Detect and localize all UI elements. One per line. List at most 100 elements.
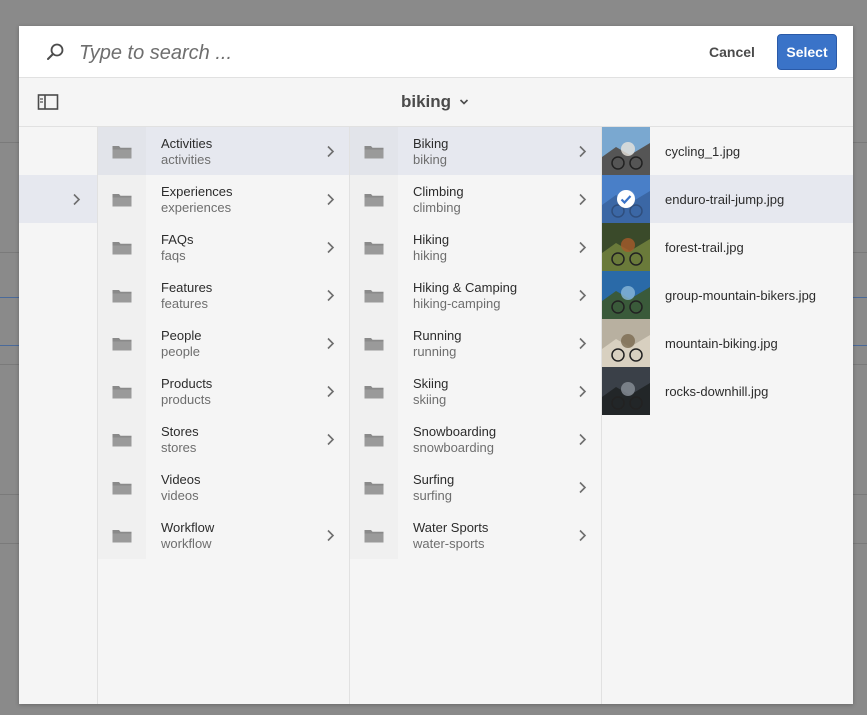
folder-thumbnail [98,175,146,223]
folder-name: people [161,344,201,359]
folder-title: Experiences [161,184,233,199]
folder-thumbnail [350,415,398,463]
folder-thumbnail [98,415,146,463]
folder-title: Climbing [413,184,464,199]
folder-name: activities [161,152,211,167]
cancel-button[interactable]: Cancel [699,35,765,69]
folder-row-faqs[interactable]: FAQs faqs [98,223,349,271]
photo-thumbnail-image [602,223,650,271]
asset-thumbnail [602,175,650,223]
folder-row-running[interactable]: Running running [350,319,601,367]
chevron-right-icon [579,529,587,542]
folder-row-climbing[interactable]: Climbing climbing [350,175,601,223]
folder-row-biking[interactable]: Biking biking [350,127,601,175]
folder-title: Products [161,376,213,391]
folder-name: snowboarding [413,440,494,455]
folder-name: features [161,296,208,311]
folder-icon [112,530,132,543]
chevron-down-icon [459,99,469,105]
folder-icon [364,482,384,495]
folder-icon [112,338,132,351]
asset-picker-dialog: Cancel Select biking Activitiesactivitie… [19,26,853,704]
folder-thumbnail [350,271,398,319]
folder-icon [364,386,384,399]
asset-filename: group-mountain-bikers.jpg [665,288,817,303]
folder-name: products [161,392,211,407]
folder-row-workflow[interactable]: Workflow workflow [98,511,349,559]
search-input[interactable] [77,36,641,70]
folder-title: Workflow [161,520,215,535]
chevron-right-icon [327,385,335,398]
folder-icon [112,146,132,159]
folder-row-water-sports[interactable]: Water Sports water-sports [350,511,601,559]
folder-name: climbing [413,200,461,215]
folder-row-hiking[interactable]: Hiking hiking [350,223,601,271]
folder-name: hiking [413,248,447,263]
chevron-right-icon [579,385,587,398]
folder-icon [112,386,132,399]
photo-thumbnail-image [602,367,650,415]
folder-row-skiing[interactable]: Skiing skiing [350,367,601,415]
chevron-right-icon [579,337,587,350]
folder-row-activities[interactable]: Activities activities [98,127,349,175]
folder-row-surfing[interactable]: Surfing surfing [350,463,601,511]
folder-row-features[interactable]: Features features [98,271,349,319]
folder-title: Hiking [413,232,450,247]
folder-name: skiing [413,392,447,407]
chevron-right-icon [327,337,335,350]
root-column [19,127,98,704]
folder-thumbnail [350,511,398,559]
asset-filename: cycling_1.jpg [665,144,741,159]
search-bar: Cancel Select [19,26,853,78]
folder-icon [364,530,384,543]
folder-thumbnail [98,463,146,511]
breadcrumb[interactable]: biking [401,90,469,114]
folder-row-videos[interactable]: Videos videos [98,463,349,511]
chevron-right-icon [579,481,587,494]
folder-icon [364,194,384,207]
folder-thumbnail [350,223,398,271]
folder-icon [112,482,132,495]
folder-name: running [413,344,457,359]
asset-row[interactable]: enduro-trail-jump.jpg [602,175,853,223]
folder-thumbnail [98,511,146,559]
folder-name: videos [161,488,199,503]
asset-thumbnail [602,127,650,175]
folder-title: Hiking & Camping [413,280,518,295]
asset-row[interactable]: cycling_1.jpg [602,127,853,175]
folder-row-experiences[interactable]: Experiences experiences [98,175,349,223]
folder-row-people[interactable]: People people [98,319,349,367]
chevron-right-icon [579,241,587,254]
folder-icon [364,290,384,303]
asset-thumbnail [602,319,650,367]
folder-title: Videos [161,472,201,487]
rail-row-selected[interactable] [19,175,97,223]
folder-column-root: Activities activities Experiences experienc… [98,127,350,704]
asset-row[interactable]: mountain-biking.jpg [602,319,853,367]
asset-row[interactable]: forest-trail.jpg [602,223,853,271]
folder-row-stores[interactable]: Stores stores [98,415,349,463]
asset-row[interactable]: group-mountain-bikers.jpg [602,271,853,319]
select-button[interactable]: Select [777,34,837,70]
photo-thumbnail-image [602,127,650,175]
folder-thumbnail [350,463,398,511]
asset-row[interactable]: rocks-downhill.jpg [602,367,853,415]
folder-thumbnail [98,271,146,319]
folder-icon [364,146,384,159]
folder-title: Snowboarding [413,424,497,439]
folder-name: surfing [413,488,453,503]
folder-row-snowboarding[interactable]: Snowboarding snowboarding [350,415,601,463]
chevron-right-icon [579,433,587,446]
folder-title: Water Sports [413,520,489,535]
asset-filename: enduro-trail-jump.jpg [665,192,785,207]
chevron-right-icon [579,193,587,206]
folder-row-products[interactable]: Products products [98,367,349,415]
folder-icon [364,338,384,351]
folder-row-hiking-camping[interactable]: Hiking & Camping hiking-camping [350,271,601,319]
folder-name: faqs [161,248,186,263]
chevron-right-icon [327,193,335,206]
rail-toggle-icon[interactable] [37,92,59,112]
folder-icon [112,194,132,207]
asset-filename: rocks-downhill.jpg [665,384,769,399]
folder-icon [112,290,132,303]
